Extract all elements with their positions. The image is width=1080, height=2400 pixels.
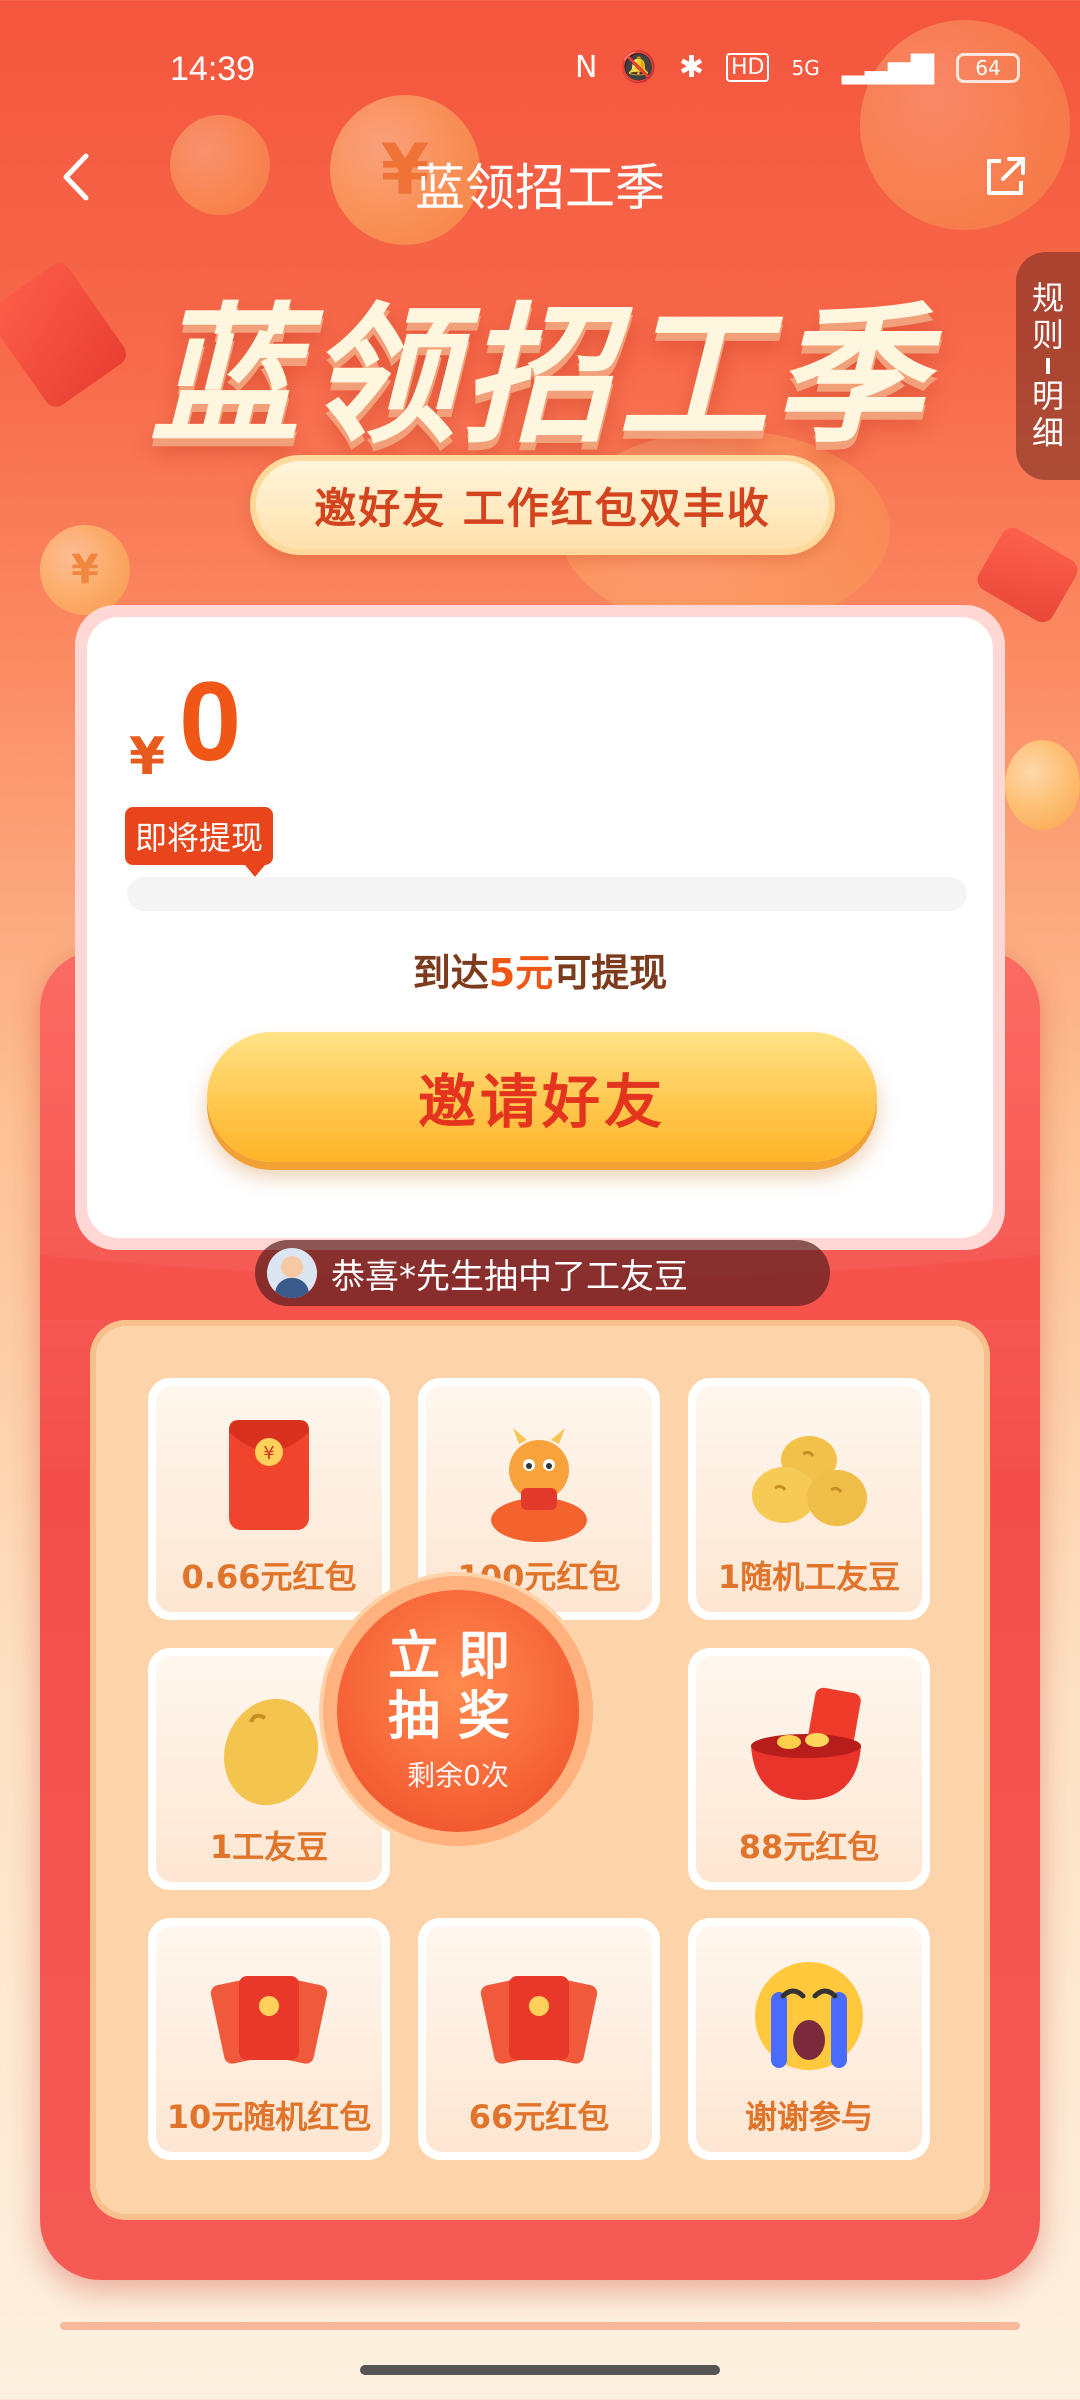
- prize-cell: 10元随机红包: [148, 1918, 390, 2160]
- prize-cell-inner: 谢谢参与: [696, 1926, 922, 2152]
- prize-label: 1工友豆: [209, 1828, 329, 1866]
- prize-label: 1随机工友豆: [717, 1558, 901, 1596]
- prize-cell: 100元红包: [418, 1378, 660, 1620]
- prize-label: 谢谢参与: [744, 2098, 873, 2136]
- draw-button-line2: 抽奖: [387, 1687, 528, 1747]
- bowl-envelope-icon: [751, 1687, 861, 1800]
- draw-button[interactable]: 立即 抽奖 剩余0次: [337, 1590, 579, 1832]
- bluetooth-icon: ✱: [678, 50, 704, 85]
- hd-icon: HD: [725, 53, 770, 82]
- rules-tab-divider: [1046, 358, 1050, 374]
- draw-remaining: 剩余0次: [407, 1758, 509, 1792]
- beans-icon: [752, 1436, 867, 1526]
- battery-indicator: 64: [956, 52, 1020, 83]
- page-title: 蓝领招工季: [415, 159, 665, 217]
- progress-threshold: 5元: [488, 951, 554, 995]
- prize-cell: ¥ 0.66元红包: [148, 1378, 390, 1620]
- progress-prefix: 到达: [412, 951, 489, 995]
- svg-text:¥: ¥: [263, 1443, 274, 1464]
- signal-icon: ▂▃▅▇: [841, 50, 934, 85]
- invite-friends-button[interactable]: 邀请好友: [207, 1032, 877, 1162]
- progress-suffix: 可提现: [553, 951, 668, 995]
- rules-tab-char: 规: [1031, 279, 1064, 318]
- wallet-amount: 0: [179, 659, 242, 784]
- nav-bar: 蓝领招工季: [0, 130, 1080, 220]
- prize-label: 10元随机红包: [166, 2098, 372, 2136]
- prize-cell-inner: 1随机工友豆: [696, 1386, 922, 1612]
- mute-icon: 🔕: [619, 50, 657, 85]
- status-time: 14:39: [170, 50, 256, 88]
- crying-face-icon: [755, 1962, 863, 2070]
- rules-tab-char: 则: [1031, 316, 1064, 355]
- prize-cell-inner: 88元红包: [696, 1656, 922, 1882]
- prize-label: 88元红包: [738, 1828, 880, 1866]
- draw-button-line1: 立即: [387, 1627, 528, 1688]
- prize-cell-inner: ¥ 0.66元红包: [156, 1386, 382, 1612]
- share-icon: [987, 157, 1025, 195]
- winner-ticker: 恭喜*先生抽中了工友豆: [255, 1240, 830, 1306]
- network-label: 5G: [791, 55, 820, 80]
- prize-cell-inner: 66元红包: [426, 1926, 652, 2152]
- prize-label: 66元红包: [468, 2098, 610, 2136]
- status-icons: N 🔕 ✱ HD 5G ▂▃▅▇ 64: [575, 50, 1020, 85]
- withdraw-tag: 即将提现: [125, 807, 274, 877]
- rules-tab[interactable]: 规 则 明 细: [1016, 252, 1080, 480]
- coin-decoration: ¥: [40, 525, 130, 615]
- prize-label: 0.66元红包: [181, 1558, 357, 1596]
- bean-icon: [223, 1698, 319, 1806]
- rules-tab-char: 明: [1031, 377, 1064, 415]
- withdraw-progress-bar: [127, 877, 967, 911]
- envelope-decoration: [973, 523, 1080, 627]
- ticker-text: 恭喜*先生抽中了工友豆: [331, 1256, 688, 1297]
- share-button[interactable]: [970, 142, 1040, 212]
- hero-subtitle-banner: 邀好友 工作红包双丰收: [250, 455, 835, 555]
- home-indicator[interactable]: [360, 2365, 720, 2375]
- red-envelope-icon: ¥: [229, 1420, 309, 1530]
- bottom-edge-strip: [60, 2322, 1020, 2330]
- status-bar: 14:39 N 🔕 ✱ HD 5G ▂▃▅▇ 64: [0, 0, 1080, 140]
- withdraw-progress-text: 到达5元可提现: [87, 942, 993, 997]
- hero-title: 蓝领招工季: [149, 290, 930, 464]
- wallet-card-inner: ¥ 0 即将提现 到达5元可提现 邀请好友: [87, 617, 993, 1238]
- prize-cell: 66元红包: [418, 1918, 660, 2160]
- prize-cell: 1随机工友豆: [688, 1378, 930, 1620]
- prize-cell: 谢谢参与: [688, 1918, 930, 2160]
- avatar: [267, 1248, 317, 1298]
- envelopes-icon: [210, 1976, 328, 2064]
- prize-cell-inner: 10元随机红包: [156, 1926, 382, 2152]
- coin-decoration: [1005, 740, 1080, 830]
- rules-tab-char: 细: [1031, 413, 1064, 452]
- nfc-icon: N: [575, 50, 598, 85]
- envelopes-icon: [480, 1976, 598, 2064]
- dragon-mascot-icon: [491, 1428, 587, 1542]
- currency-symbol: ¥: [129, 727, 166, 787]
- prize-cell-inner: 100元红包: [426, 1386, 652, 1612]
- prize-cell: 88元红包: [688, 1648, 930, 1890]
